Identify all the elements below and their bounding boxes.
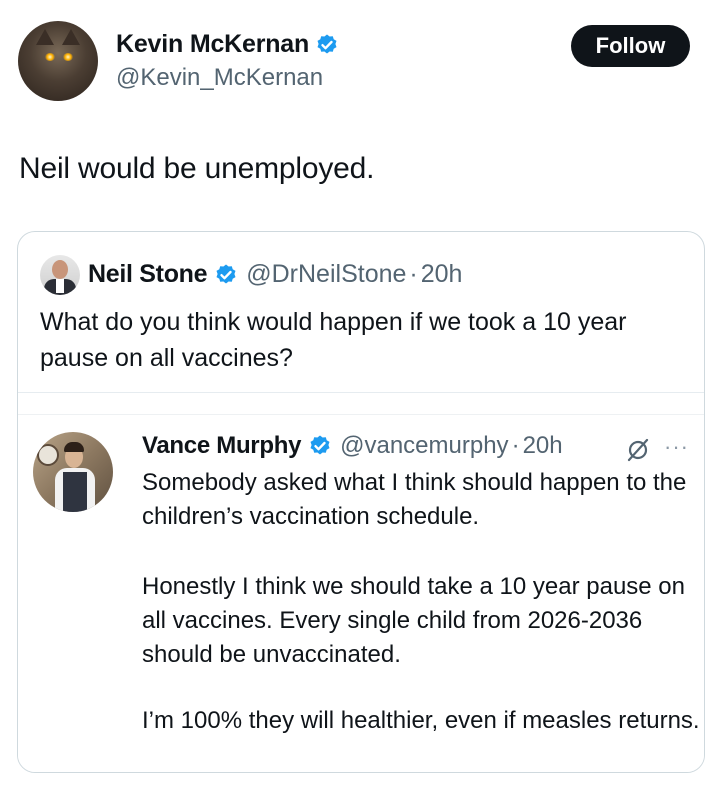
author-avatar[interactable] [18, 21, 98, 101]
avatar-shirt [56, 279, 64, 293]
quoted-header: Neil Stone @DrNeilStone · 20h [88, 260, 462, 289]
author-handle[interactable]: @Kevin_McKernan [116, 64, 323, 92]
grok-icon [627, 438, 649, 462]
verified-badge-icon [315, 33, 339, 57]
embedded-paragraph-3: I’m 100% they will healthier, even if me… [142, 707, 700, 734]
avatar-wall-clock [37, 444, 59, 466]
verified-badge-icon [214, 263, 238, 287]
embedded-header: Vance Murphy @vancemurphy · 20h [142, 432, 563, 460]
author-name-row[interactable]: Kevin McKernan [116, 30, 339, 59]
quoted-text: What do you think would happen if we too… [40, 308, 627, 372]
quoted-author-name[interactable]: Neil Stone [88, 260, 208, 289]
more-options-icon: ··· [664, 434, 689, 459]
embedded-author-avatar [33, 432, 113, 512]
follow-button[interactable]: Follow [571, 25, 690, 67]
avatar-eye-left [45, 53, 55, 61]
avatar-vest [63, 472, 87, 512]
embedded-handle: @vancemurphy [340, 432, 509, 459]
divider [18, 392, 704, 393]
quoted-author-avatar[interactable] [40, 255, 80, 295]
embedded-separator: · [511, 432, 520, 459]
embedded-author-name: Vance Murphy [142, 432, 302, 459]
avatar-ear-right [62, 29, 80, 45]
quoted-handle[interactable]: @DrNeilStone [246, 260, 406, 289]
avatar-head [52, 260, 68, 279]
quoted-separator: · [409, 260, 418, 288]
quoted-tweet-card[interactable]: Neil Stone @DrNeilStone · 20h What do yo… [17, 231, 705, 773]
avatar-ear-left [36, 29, 54, 45]
tweet-text: Neil would be unemployed. [19, 152, 375, 185]
quoted-time[interactable]: 20h [421, 260, 463, 289]
avatar-eye-right [63, 53, 73, 61]
avatar-hair [64, 442, 84, 452]
embedded-paragraph-1: Somebody asked what I think should happe… [142, 469, 687, 530]
embedded-time: 20h [522, 432, 563, 459]
embedded-paragraph-2: Honestly I think we should take a 10 yea… [142, 573, 685, 668]
verified-badge-icon [308, 434, 332, 458]
divider [18, 414, 704, 415]
author-name[interactable]: Kevin McKernan [116, 30, 309, 59]
